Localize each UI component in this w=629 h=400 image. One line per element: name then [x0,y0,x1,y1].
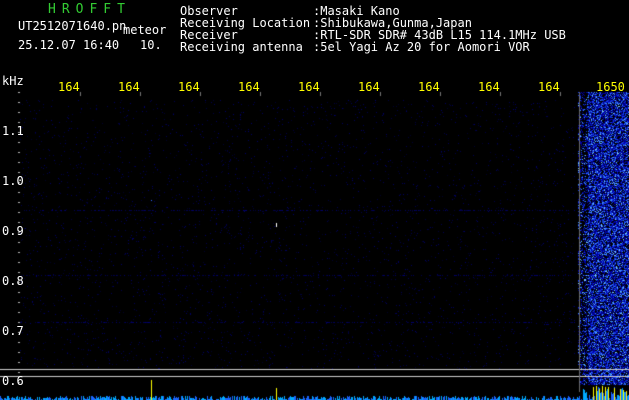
time-tick-label: 164 [478,80,500,94]
time-tick-label: 164 [238,80,260,94]
time-tick-label: 164 [298,80,320,94]
antenna-label: Receiving antenna [180,40,303,54]
time-tick-label: 164 [358,80,380,94]
file-name: UT2512071640.pn [18,19,127,33]
y-tick-label: 0.9 [2,224,24,238]
date-time: 25.12.07 16:40 [18,38,120,52]
time-tick-label: 164 [418,80,440,94]
y-tick-label: 0.6 [2,374,24,388]
y-tick-label: 0.7 [2,324,24,338]
time-tick-label: 164 [538,80,560,94]
time-tick-label: 164 [118,80,140,94]
interval-value: 10. [140,38,162,52]
y-unit-label: kHz [2,74,24,88]
spectrogram-canvas [0,0,629,400]
y-tick-label: 1.1 [2,124,24,138]
time-tick-label: 164 [178,80,200,94]
time-tick-label: 1650 [596,80,625,94]
y-tick-label: 1.0 [2,174,24,188]
app-title: HROFFT [48,2,131,17]
time-tick-label: 164 [58,80,80,94]
y-tick-label: 0.8 [2,274,24,288]
file-suffix: meteor [123,23,167,37]
antenna-value: :5el Yagi Az 20 for Aomori VOR [313,40,530,54]
